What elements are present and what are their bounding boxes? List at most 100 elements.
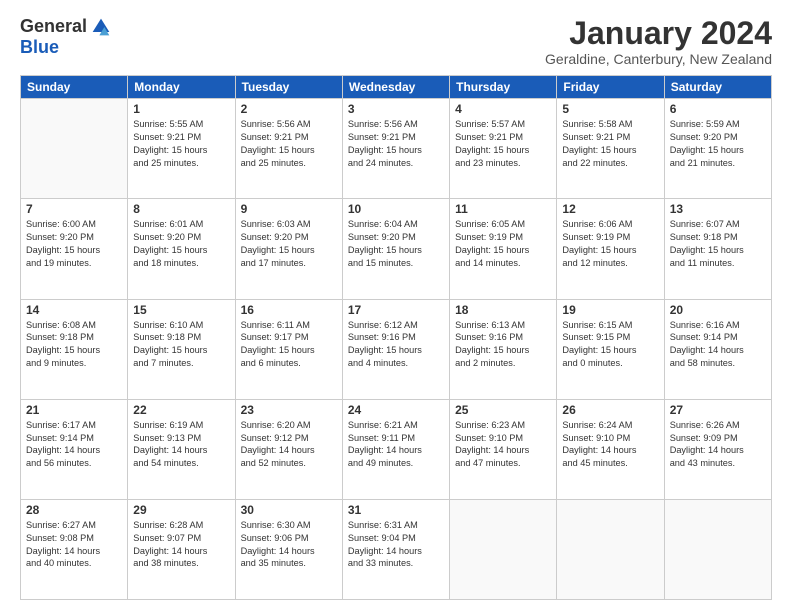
day-number: 15: [133, 303, 229, 317]
day-info: Sunrise: 5:56 AM Sunset: 9:21 PM Dayligh…: [348, 118, 444, 170]
calendar-day-cell: [664, 499, 771, 599]
day-number: 31: [348, 503, 444, 517]
day-info: Sunrise: 5:56 AM Sunset: 9:21 PM Dayligh…: [241, 118, 337, 170]
day-info: Sunrise: 6:05 AM Sunset: 9:19 PM Dayligh…: [455, 218, 551, 270]
header-friday: Friday: [557, 76, 664, 99]
day-number: 28: [26, 503, 122, 517]
logo-blue-text: Blue: [20, 37, 59, 58]
day-info: Sunrise: 6:16 AM Sunset: 9:14 PM Dayligh…: [670, 319, 766, 371]
calendar-day-cell: [450, 499, 557, 599]
day-info: Sunrise: 6:01 AM Sunset: 9:20 PM Dayligh…: [133, 218, 229, 270]
day-info: Sunrise: 6:13 AM Sunset: 9:16 PM Dayligh…: [455, 319, 551, 371]
calendar-day-cell: 15 Sunrise: 6:10 AM Sunset: 9:18 PM Dayli…: [128, 299, 235, 399]
day-info: Sunrise: 6:31 AM Sunset: 9:04 PM Dayligh…: [348, 519, 444, 571]
calendar-day-cell: 24Sunrise: 6:21 AM Sunset: 9:11 PM Dayli…: [342, 399, 449, 499]
day-info: Sunrise: 6:27 AM Sunset: 9:08 PM Dayligh…: [26, 519, 122, 571]
calendar-day-cell: 16 Sunrise: 6:11 AM Sunset: 9:17 PM Dayli…: [235, 299, 342, 399]
day-number: 16: [241, 303, 337, 317]
day-number: 6: [670, 102, 766, 116]
calendar-day-cell: 22 Sunrise: 6:19 AM Sunset: 9:13 PM Dayli…: [128, 399, 235, 499]
calendar-day-cell: 1Sunrise: 5:55 AM Sunset: 9:21 PM Daylig…: [128, 99, 235, 199]
day-number: 21: [26, 403, 122, 417]
calendar-day-cell: 26 Sunrise: 6:24 AM Sunset: 9:10 PM Dayli…: [557, 399, 664, 499]
day-info: Sunrise: 6:17 AM Sunset: 9:14 PM Dayligh…: [26, 419, 122, 471]
header-saturday: Saturday: [664, 76, 771, 99]
calendar-table: Sunday Monday Tuesday Wednesday Thursday…: [20, 75, 772, 600]
header-monday: Monday: [128, 76, 235, 99]
day-number: 7: [26, 202, 122, 216]
location: Geraldine, Canterbury, New Zealand: [545, 51, 772, 67]
logo: General Blue: [20, 16, 111, 58]
weekday-header-row: Sunday Monday Tuesday Wednesday Thursday…: [21, 76, 772, 99]
day-number: 4: [455, 102, 551, 116]
calendar-day-cell: 23 Sunrise: 6:20 AM Sunset: 9:12 PM Dayli…: [235, 399, 342, 499]
day-info: Sunrise: 5:55 AM Sunset: 9:21 PM Dayligh…: [133, 118, 229, 170]
day-info: Sunrise: 6:28 AM Sunset: 9:07 PM Dayligh…: [133, 519, 229, 571]
calendar-day-cell: 8 Sunrise: 6:01 AM Sunset: 9:20 PM Daylig…: [128, 199, 235, 299]
day-number: 14: [26, 303, 122, 317]
day-info: Sunrise: 6:19 AM Sunset: 9:13 PM Dayligh…: [133, 419, 229, 471]
day-number: 5: [562, 102, 658, 116]
calendar-day-cell: 31 Sunrise: 6:31 AM Sunset: 9:04 PM Dayli…: [342, 499, 449, 599]
calendar-week-row: 1Sunrise: 5:55 AM Sunset: 9:21 PM Daylig…: [21, 99, 772, 199]
calendar-day-cell: 10 Sunrise: 6:04 AM Sunset: 9:20 PM Dayli…: [342, 199, 449, 299]
calendar-day-cell: [21, 99, 128, 199]
day-number: 10: [348, 202, 444, 216]
day-number: 18: [455, 303, 551, 317]
header-thursday: Thursday: [450, 76, 557, 99]
calendar-day-cell: 20 Sunrise: 6:16 AM Sunset: 9:14 PM Dayli…: [664, 299, 771, 399]
logo-general-text: General: [20, 16, 87, 37]
header-sunday: Sunday: [21, 76, 128, 99]
calendar-day-cell: 3 Sunrise: 5:56 AM Sunset: 9:21 PM Daylig…: [342, 99, 449, 199]
calendar-day-cell: 14 Sunrise: 6:08 AM Sunset: 9:18 PM Dayli…: [21, 299, 128, 399]
day-info: Sunrise: 6:26 AM Sunset: 9:09 PM Dayligh…: [670, 419, 766, 471]
day-number: 23: [241, 403, 337, 417]
title-section: January 2024 Geraldine, Canterbury, New …: [545, 16, 772, 67]
calendar-week-row: 14 Sunrise: 6:08 AM Sunset: 9:18 PM Dayli…: [21, 299, 772, 399]
page: General Blue January 2024 Geraldine, Can…: [0, 0, 792, 612]
month-title: January 2024: [545, 16, 772, 51]
day-number: 19: [562, 303, 658, 317]
day-number: 13: [670, 202, 766, 216]
header-tuesday: Tuesday: [235, 76, 342, 99]
day-info: Sunrise: 6:07 AM Sunset: 9:18 PM Dayligh…: [670, 218, 766, 270]
day-info: Sunrise: 6:12 AM Sunset: 9:16 PM Dayligh…: [348, 319, 444, 371]
day-info: Sunrise: 6:08 AM Sunset: 9:18 PM Dayligh…: [26, 319, 122, 371]
day-number: 20: [670, 303, 766, 317]
calendar-day-cell: 5Sunrise: 5:58 AM Sunset: 9:21 PM Daylig…: [557, 99, 664, 199]
day-info: Sunrise: 6:00 AM Sunset: 9:20 PM Dayligh…: [26, 218, 122, 270]
day-number: 26: [562, 403, 658, 417]
day-number: 9: [241, 202, 337, 216]
calendar-day-cell: 9 Sunrise: 6:03 AM Sunset: 9:20 PM Daylig…: [235, 199, 342, 299]
calendar-day-cell: 12Sunrise: 6:06 AM Sunset: 9:19 PM Dayli…: [557, 199, 664, 299]
day-number: 24: [348, 403, 444, 417]
day-info: Sunrise: 6:30 AM Sunset: 9:06 PM Dayligh…: [241, 519, 337, 571]
calendar-day-cell: 2Sunrise: 5:56 AM Sunset: 9:21 PM Daylig…: [235, 99, 342, 199]
calendar-day-cell: 29 Sunrise: 6:28 AM Sunset: 9:07 PM Dayli…: [128, 499, 235, 599]
calendar-day-cell: 17Sunrise: 6:12 AM Sunset: 9:16 PM Dayli…: [342, 299, 449, 399]
day-number: 30: [241, 503, 337, 517]
day-number: 22: [133, 403, 229, 417]
logo-icon: [91, 17, 111, 37]
day-number: 11: [455, 202, 551, 216]
day-number: 29: [133, 503, 229, 517]
calendar-day-cell: 21 Sunrise: 6:17 AM Sunset: 9:14 PM Dayli…: [21, 399, 128, 499]
calendar-day-cell: 11 Sunrise: 6:05 AM Sunset: 9:19 PM Dayli…: [450, 199, 557, 299]
day-info: Sunrise: 5:57 AM Sunset: 9:21 PM Dayligh…: [455, 118, 551, 170]
day-number: 8: [133, 202, 229, 216]
calendar-day-cell: 30 Sunrise: 6:30 AM Sunset: 9:06 PM Dayli…: [235, 499, 342, 599]
day-info: Sunrise: 6:20 AM Sunset: 9:12 PM Dayligh…: [241, 419, 337, 471]
day-info: Sunrise: 6:24 AM Sunset: 9:10 PM Dayligh…: [562, 419, 658, 471]
calendar-week-row: 28 Sunrise: 6:27 AM Sunset: 9:08 PM Dayli…: [21, 499, 772, 599]
calendar-week-row: 21 Sunrise: 6:17 AM Sunset: 9:14 PM Dayli…: [21, 399, 772, 499]
day-info: Sunrise: 6:03 AM Sunset: 9:20 PM Dayligh…: [241, 218, 337, 270]
day-info: Sunrise: 5:59 AM Sunset: 9:20 PM Dayligh…: [670, 118, 766, 170]
calendar-week-row: 7 Sunrise: 6:00 AM Sunset: 9:20 PM Daylig…: [21, 199, 772, 299]
day-info: Sunrise: 6:06 AM Sunset: 9:19 PM Dayligh…: [562, 218, 658, 270]
day-info: Sunrise: 6:23 AM Sunset: 9:10 PM Dayligh…: [455, 419, 551, 471]
day-info: Sunrise: 6:10 AM Sunset: 9:18 PM Dayligh…: [133, 319, 229, 371]
day-info: Sunrise: 6:04 AM Sunset: 9:20 PM Dayligh…: [348, 218, 444, 270]
day-number: 25: [455, 403, 551, 417]
day-number: 3: [348, 102, 444, 116]
day-info: Sunrise: 6:11 AM Sunset: 9:17 PM Dayligh…: [241, 319, 337, 371]
